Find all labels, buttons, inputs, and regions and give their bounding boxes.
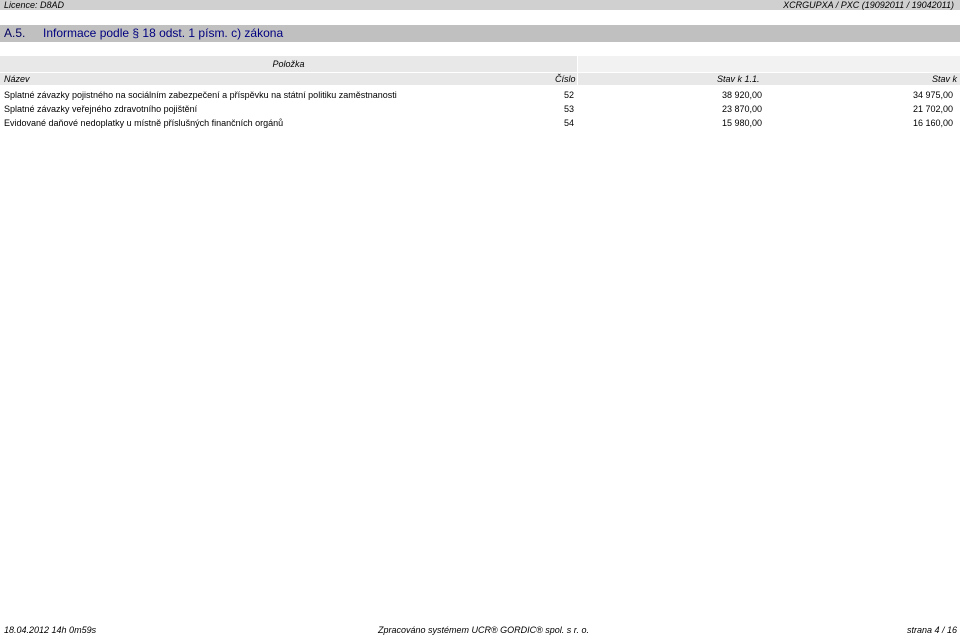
section-title: Informace podle § 18 odst. 1 písm. c) zá… xyxy=(43,26,284,40)
row-stav1: 38 920,00 xyxy=(721,90,762,100)
section-heading: A.5. Informace podle § 18 odst. 1 písm. … xyxy=(0,25,960,42)
row-name: Splatné závazky pojistného na sociálním … xyxy=(4,90,397,100)
table-column-headers: Název Číslo Stav k 1.1. Stav k xyxy=(0,73,960,85)
row-name: Splatné závazky veřejného zdravotního po… xyxy=(4,104,198,114)
section-number: A.5. xyxy=(4,26,26,40)
row-stav1: 15 980,00 xyxy=(721,118,762,128)
licence-label: Licence: D8AD xyxy=(4,0,65,10)
row-name: Evidované daňové nedoplatky u místně pří… xyxy=(4,118,284,128)
report-code: XCRGUPXA / PXC (19092011 / 19042011) xyxy=(783,0,954,10)
row-stav1: 23 870,00 xyxy=(721,104,762,114)
table-row: Splatné závazky pojistného na sociálním … xyxy=(0,88,960,102)
footer-timestamp: 18.04.2012 14h 0m59s xyxy=(4,625,97,635)
table-row: Splatné závazky veřejného zdravotního po… xyxy=(0,102,960,116)
row-stav2: 16 160,00 xyxy=(912,118,953,128)
row-stav2: 21 702,00 xyxy=(912,104,953,114)
table-group-header: Položka xyxy=(0,56,577,72)
table-group-header-right xyxy=(578,56,960,72)
header-divider xyxy=(577,56,578,85)
footer-page-number: strana 4 / 16 xyxy=(906,625,957,635)
table-row: Evidované daňové nedoplatky u místně pří… xyxy=(0,116,960,130)
column-header-stav2: Stav k xyxy=(931,74,957,84)
footer-processed-by: Zpracováno systémem UCR® GORDIC® spol. s… xyxy=(378,625,589,635)
row-number: 53 xyxy=(564,104,575,114)
column-header-stav1: Stav k 1.1. xyxy=(717,74,760,84)
report-footer: 18.04.2012 14h 0m59s Zpracováno systémem… xyxy=(0,624,960,637)
column-header-name: Název xyxy=(4,74,30,84)
row-number: 54 xyxy=(564,118,575,128)
row-number: 52 xyxy=(564,90,575,100)
row-stav2: 34 975,00 xyxy=(912,90,953,100)
report-header-bar: Licence: D8AD XCRGUPXA / PXC (19092011 /… xyxy=(0,0,960,10)
column-header-number: Číslo xyxy=(555,74,576,84)
